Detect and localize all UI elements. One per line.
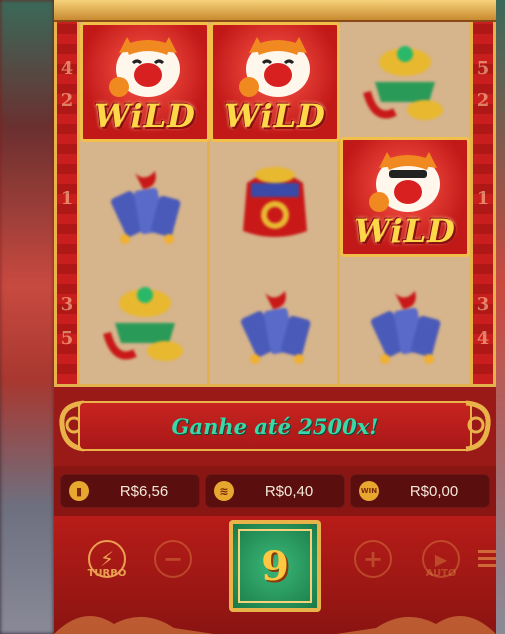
wild-symbol: WiLD	[340, 137, 470, 257]
cloud-ornament-icon	[336, 616, 496, 634]
gold-ingot-icon	[103, 287, 183, 361]
game-frame: 4 2 1 3 5 5 2 1 3 4 WiLD WiLD WiLD Ganhe…	[54, 0, 496, 634]
payline-number: 1	[60, 188, 74, 209]
firecracker-symbol	[80, 143, 210, 263]
spin-button[interactable]: 9	[229, 520, 321, 612]
payline-number: 3	[476, 294, 490, 315]
bet-display[interactable]: ≋ R$0,40	[205, 474, 345, 508]
plus-icon: +	[362, 545, 384, 573]
reel-2: WiLD	[210, 22, 340, 384]
payline-number: 5	[60, 328, 74, 349]
top-ornament	[54, 0, 496, 22]
gold-ingot-symbol	[80, 263, 210, 383]
background-left	[0, 0, 54, 634]
bet-value: R$0,40	[264, 482, 314, 500]
scroll-ornament-icon	[465, 400, 491, 452]
wild-label: WiLD	[354, 212, 456, 250]
wallet-icon: ▮	[69, 481, 89, 501]
banner-panel: Ganhe até 2500x!	[78, 401, 472, 451]
control-panel: ⚡ TURBO − 9 + ▶ AUTO	[54, 516, 496, 634]
left-pillar: 4 2 1 3 5	[54, 22, 80, 384]
payline-number: 4	[60, 58, 74, 79]
play-icon: ▶	[434, 549, 448, 569]
wild-symbol: WiLD	[80, 22, 210, 142]
reel-1: WiLD	[80, 22, 210, 384]
payline-number: 2	[60, 90, 74, 111]
right-pillar: 5 2 1 3 4	[470, 22, 496, 384]
red-envelope-icon	[243, 167, 307, 237]
info-bar: ▮ R$6,56 ≋ R$0,40 WIN R$0,00	[54, 466, 496, 516]
wild-label: WiLD	[94, 97, 196, 135]
red-envelope-symbol	[210, 143, 340, 263]
background-right	[495, 0, 505, 634]
firecracker-symbol	[340, 263, 470, 383]
promo-banner: Ganhe até 2500x!	[54, 384, 496, 466]
payline-number: 5	[476, 58, 490, 79]
spin-counter: 9	[261, 542, 289, 590]
spin-inner: 9	[238, 529, 312, 603]
auto-label: AUTO	[425, 568, 457, 579]
firecracker-symbol	[210, 263, 340, 383]
turbo-label: TURBO	[87, 568, 127, 579]
reel-area: WiLD WiLD WiLD	[80, 22, 470, 384]
firecracker-icon	[370, 291, 441, 364]
payline-number: 3	[60, 294, 74, 315]
win-value: R$0,00	[409, 482, 459, 500]
gold-ingot-icon	[363, 46, 443, 120]
payline-number: 4	[476, 328, 490, 349]
wild-label: WiLD	[224, 97, 326, 135]
decrease-bet-button[interactable]: −	[154, 540, 192, 578]
tiger-icon	[239, 37, 310, 97]
win-display: WIN R$0,00	[350, 474, 490, 508]
wild-symbol: WiLD	[210, 22, 340, 142]
payline-number: 1	[476, 188, 490, 209]
balance-value: R$6,56	[119, 482, 169, 500]
tiger-icon	[109, 37, 180, 97]
menu-icon[interactable]	[478, 550, 496, 571]
game-screen: 4 2 1 3 5 5 2 1 3 4 WiLD WiLD WiLD Ganhe…	[0, 0, 505, 634]
firecracker-icon	[240, 291, 311, 364]
tiger-icon	[369, 152, 440, 212]
payline-number: 2	[476, 90, 490, 111]
increase-bet-button[interactable]: +	[354, 540, 392, 578]
balance-display[interactable]: ▮ R$6,56	[60, 474, 200, 508]
gold-ingot-symbol	[340, 22, 470, 142]
cloud-ornament-icon	[54, 616, 214, 634]
banner-text: Ganhe até 2500x!	[171, 413, 379, 439]
firecracker-icon	[110, 171, 181, 244]
minus-icon: −	[162, 545, 184, 573]
reel-3: WiLD	[340, 22, 470, 384]
coins-icon: ≋	[214, 481, 234, 501]
win-icon: WIN	[359, 481, 379, 501]
